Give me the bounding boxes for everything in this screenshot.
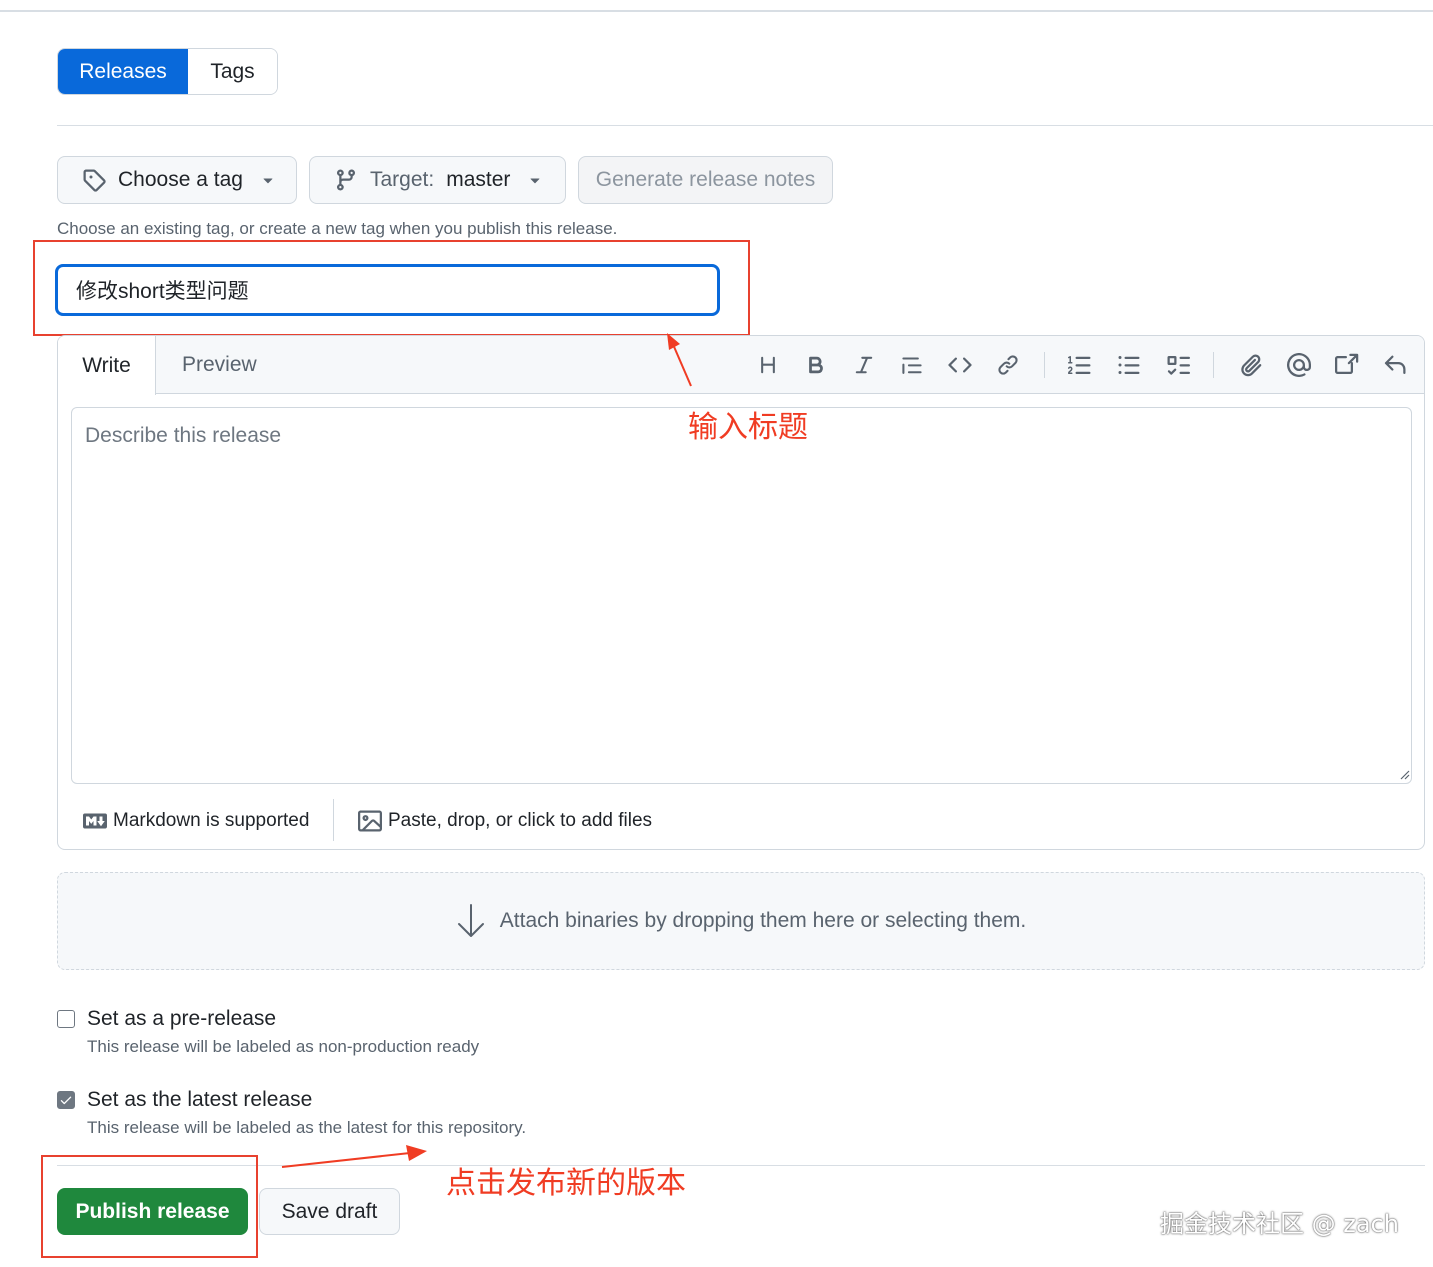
- generate-release-notes-button[interactable]: Generate release notes: [578, 156, 833, 204]
- branch-icon: [336, 169, 355, 191]
- toolbar-separator: [1044, 352, 1045, 378]
- resize-handle-icon[interactable]: [1398, 768, 1410, 780]
- choose-tag-label: Choose a tag: [118, 168, 243, 191]
- latest-release-checkbox[interactable]: [57, 1091, 75, 1109]
- markdown-note: Markdown is supported: [113, 810, 310, 831]
- undo-icon[interactable]: [1380, 350, 1410, 380]
- annotation-arrow-right: [281, 1145, 427, 1168]
- annotation-enter-title: 输入标题: [688, 410, 808, 445]
- divider: [57, 1165, 1425, 1166]
- mention-icon[interactable]: [1284, 350, 1314, 380]
- release-description-textarea[interactable]: Describe this release: [71, 407, 1412, 784]
- annotation-publish-new-version: 点击发布新的版本: [446, 1166, 686, 1201]
- add-files-button[interactable]: Paste, drop, or click to add files: [358, 805, 652, 837]
- reference-icon[interactable]: [1332, 350, 1362, 380]
- target-value: master: [446, 168, 511, 191]
- annotation-box-publish: [41, 1155, 258, 1258]
- bold-icon[interactable]: [801, 350, 831, 380]
- watermark: 掘金技术社区 @ zach: [1160, 1210, 1399, 1238]
- tab-tags[interactable]: Tags: [188, 49, 277, 94]
- markdown-icon: [83, 813, 107, 829]
- prerelease-checkbox[interactable]: [57, 1010, 75, 1028]
- tag-hint-text: Choose an existing tag, or create a new …: [57, 219, 618, 238]
- add-files-note: Paste, drop, or click to add files: [388, 810, 653, 831]
- editor-footer: Markdown is supported Paste, drop, or cl…: [58, 791, 1424, 849]
- ordered-list-icon[interactable]: [1065, 350, 1095, 380]
- tab-preview[interactable]: Preview: [182, 336, 257, 394]
- dropzone-text: Attach binaries by dropping them here or…: [499, 909, 1027, 932]
- attach-icon[interactable]: [1236, 350, 1266, 380]
- annotation-arrow-up: [667, 333, 692, 387]
- latest-release-description: This release will be labeled as the late…: [87, 1118, 527, 1137]
- code-icon[interactable]: [945, 350, 975, 380]
- prerelease-label: Set as a pre-release: [87, 1007, 277, 1030]
- arrow-down-icon: [457, 904, 484, 937]
- markdown-supported-link[interactable]: Markdown is supported: [83, 805, 309, 837]
- editor-header: Write Preview: [58, 336, 1424, 395]
- tab-releases[interactable]: Releases: [58, 49, 188, 94]
- target-label: Target:: [370, 168, 435, 191]
- caret-down-icon: [263, 178, 273, 184]
- check-icon: [60, 1096, 72, 1105]
- italic-icon[interactable]: [849, 350, 879, 380]
- image-icon: [358, 810, 382, 832]
- footer-separator: [333, 799, 334, 841]
- top-border: [0, 10, 1433, 12]
- prerelease-description: This release will be labeled as non-prod…: [87, 1037, 480, 1056]
- quote-icon[interactable]: [897, 350, 927, 380]
- task-list-icon[interactable]: [1163, 350, 1193, 380]
- save-draft-button[interactable]: Save draft: [259, 1188, 400, 1235]
- caret-down-icon: [530, 178, 540, 184]
- attach-binaries-dropzone[interactable]: Attach binaries by dropping them here or…: [57, 872, 1425, 970]
- toolbar-separator: [1213, 352, 1214, 378]
- divider: [57, 125, 1433, 126]
- target-branch-button[interactable]: Target: master: [309, 156, 566, 204]
- choose-tag-button[interactable]: Choose a tag: [57, 156, 297, 204]
- annotation-box-title: [33, 240, 750, 336]
- latest-release-label: Set as the latest release: [87, 1088, 313, 1111]
- link-icon[interactable]: [993, 350, 1023, 380]
- unordered-list-icon[interactable]: [1114, 350, 1144, 380]
- releases-tags-switch: Releases Tags: [57, 48, 278, 95]
- tab-write[interactable]: Write: [58, 336, 156, 395]
- tag-icon: [83, 169, 106, 192]
- heading-icon[interactable]: [753, 350, 783, 380]
